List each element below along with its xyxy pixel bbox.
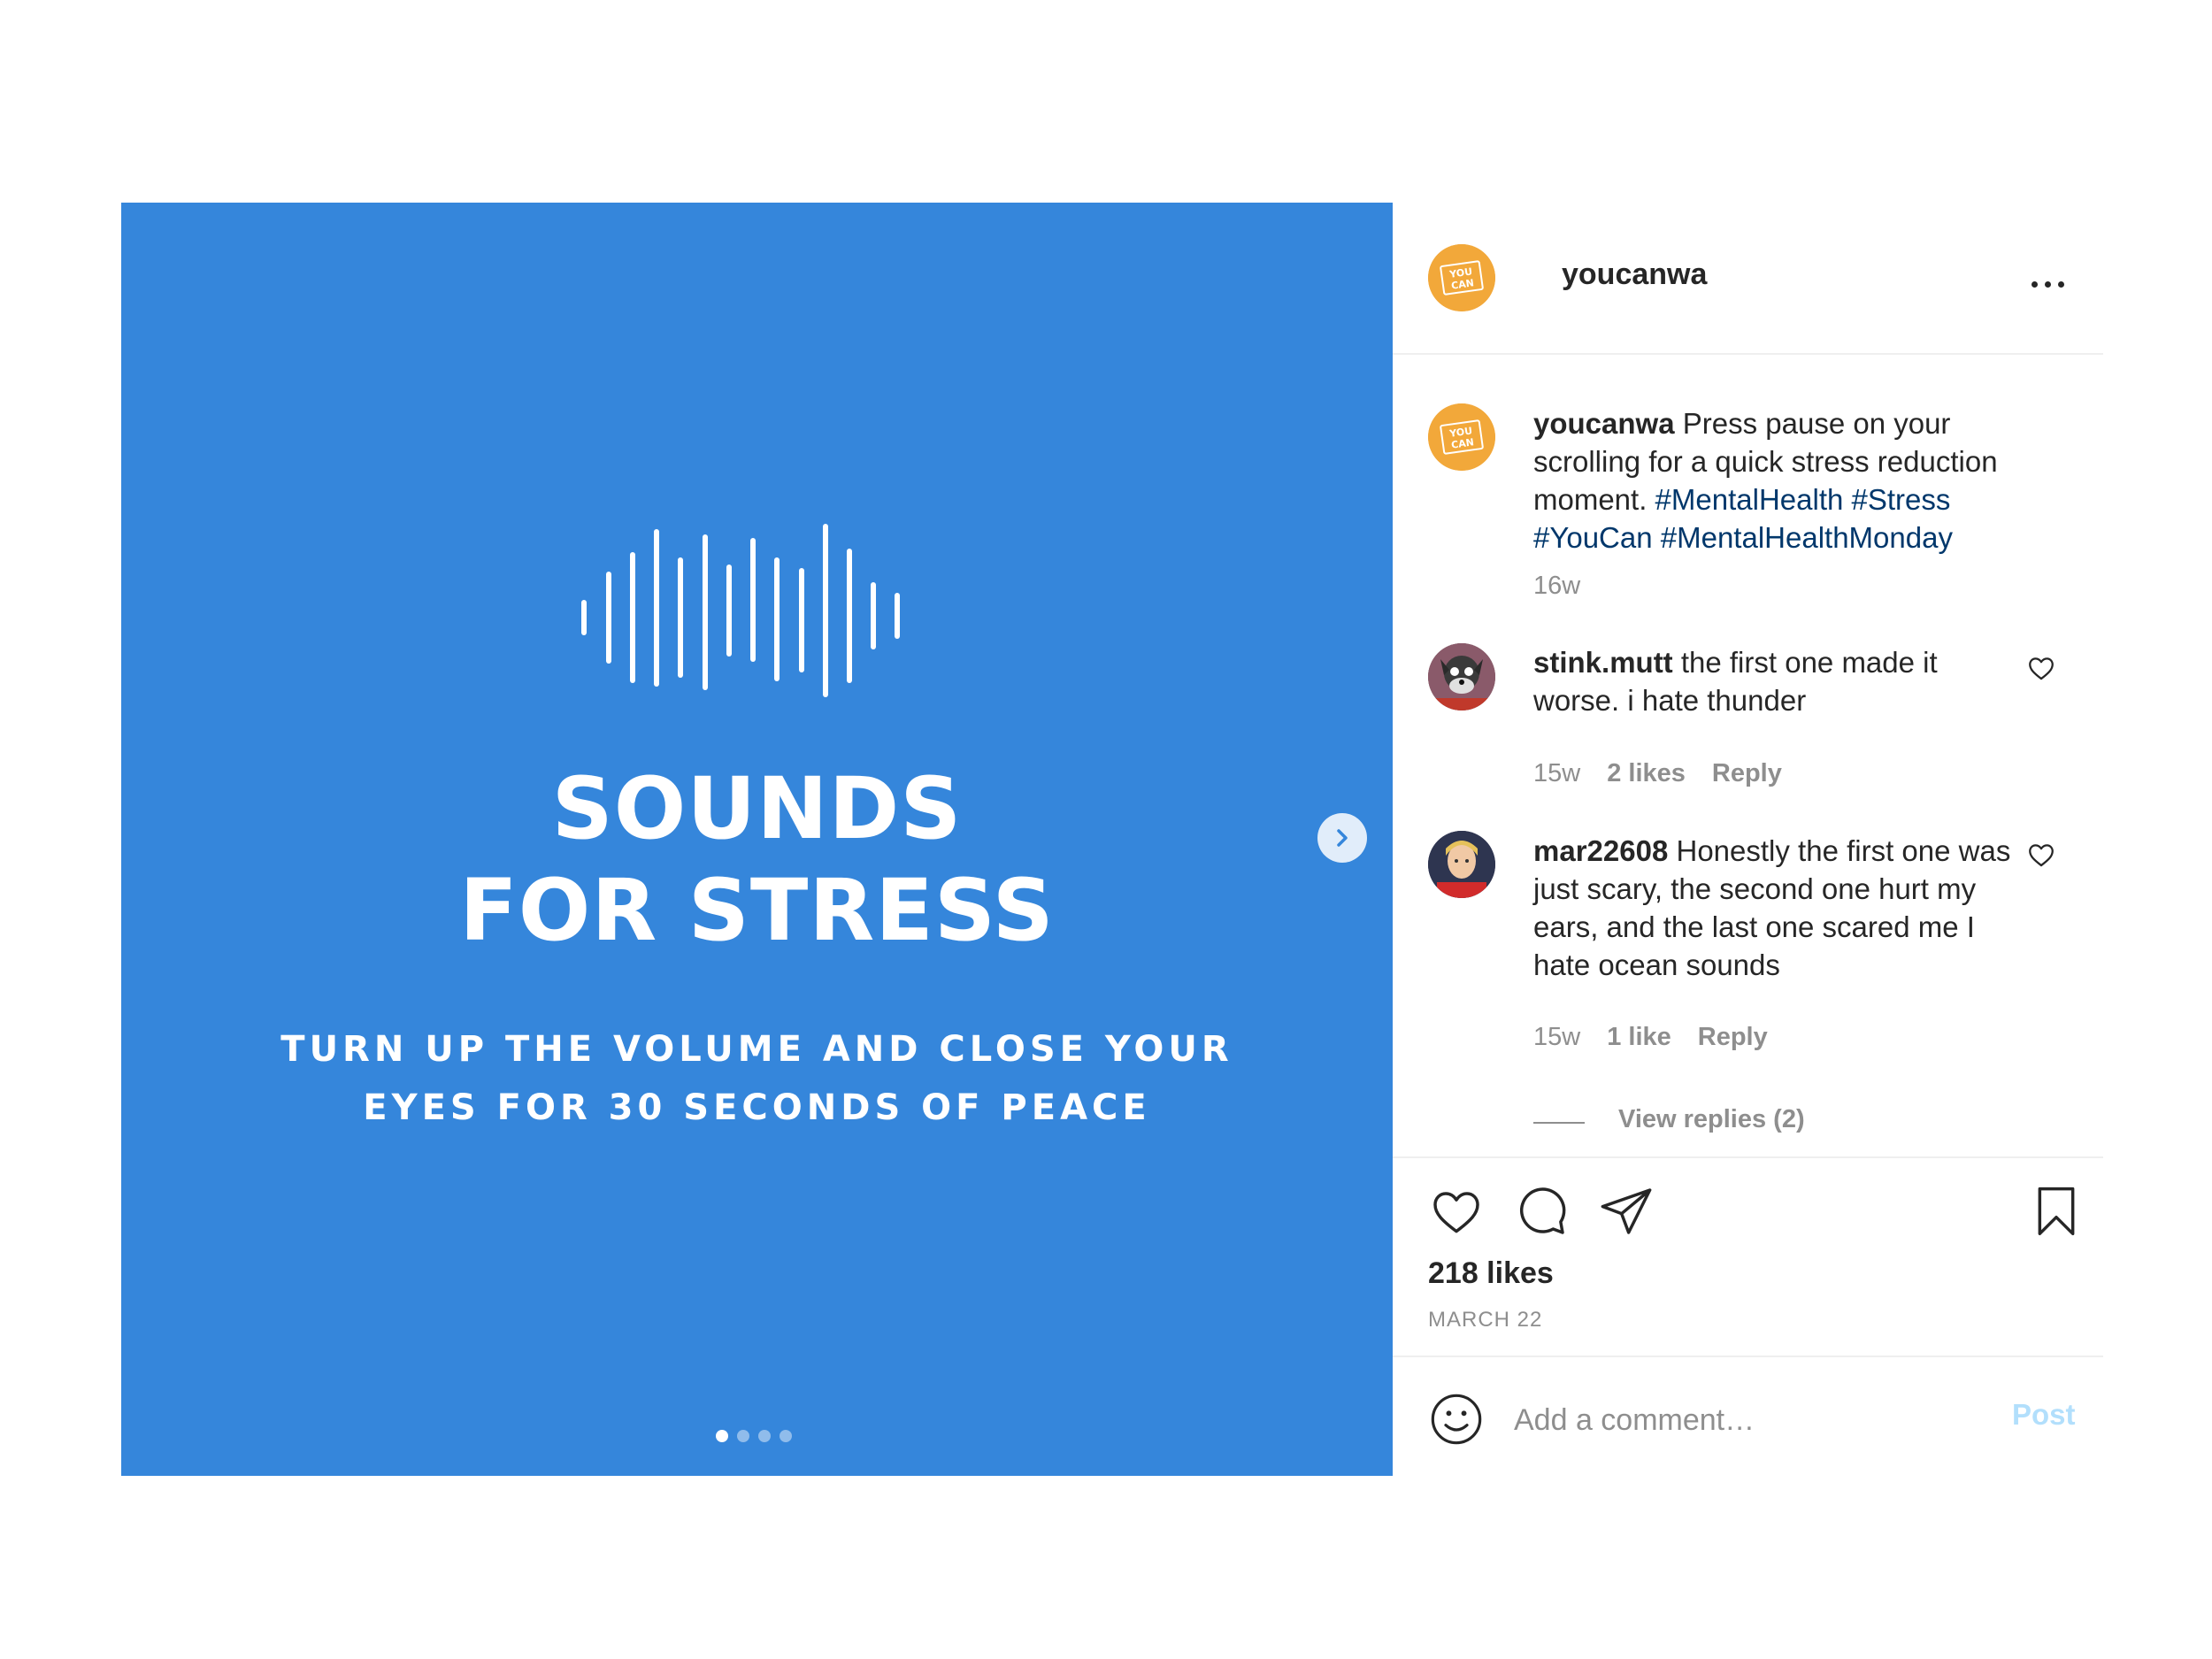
comment-likes[interactable]: 2 likes (1607, 759, 1686, 788)
replies-divider (1533, 1122, 1585, 1124)
user-photo-avatar-icon (1428, 831, 1495, 898)
divider (1393, 1356, 2103, 1357)
likes-count[interactable]: 218 likes (1428, 1256, 1554, 1291)
reply-button[interactable]: Reply (1698, 1023, 1768, 1052)
emoji-icon[interactable] (1428, 1391, 1485, 1448)
caption-time[interactable]: 16w (1533, 572, 1580, 601)
reply-button[interactable]: Reply (1712, 759, 1782, 788)
caption-avatar[interactable]: YOU CAN (1428, 403, 1495, 471)
commenter-avatar[interactable] (1428, 643, 1495, 710)
carousel-dot-1 (716, 1430, 728, 1442)
comment-text: stink.mutt the first one made it worse. … (1533, 643, 2029, 719)
comment-icon[interactable] (1513, 1183, 1570, 1240)
divider (1393, 1156, 2103, 1158)
carousel-dot-3 (758, 1430, 771, 1442)
hashtag-link[interactable]: #Stress (1852, 483, 1951, 516)
post-header: YOU CAN youcanwa (1393, 203, 2103, 355)
post-sidebar: YOU CAN youcanwa YOU CAN youcanwa Press … (1393, 203, 2103, 1476)
header-username[interactable]: youcanwa (1562, 257, 1707, 292)
media-subtitle-line1: TURN UP THE VOLUME AND CLOSE YOUR (280, 1029, 1233, 1070)
comment-meta: 15w 1 like Reply (1533, 1023, 1768, 1052)
comment-meta: 15w 2 likes Reply (1533, 759, 1782, 788)
share-icon[interactable] (1598, 1183, 1655, 1240)
hashtag-link[interactable]: #MentalHealth (1655, 483, 1844, 516)
caption-text: youcanwa Press pause on your scrolling f… (1533, 404, 2029, 557)
comment-text: mar22608 Honestly the first one was just… (1533, 832, 2029, 984)
caption-meta: 16w (1533, 572, 1580, 601)
instagram-post: SOUNDS FOR STRESS TURN UP THE VOLUME AND… (121, 203, 2103, 1476)
post-comment-button[interactable]: Post (2012, 1398, 2076, 1432)
media-title-line1: SOUNDS (551, 759, 963, 858)
carousel-dot-2 (737, 1430, 749, 1442)
bookmark-icon[interactable] (2028, 1183, 2085, 1240)
post-date[interactable]: MARCH 22 (1428, 1308, 1542, 1333)
carousel-dot-4 (780, 1430, 792, 1442)
comment-time[interactable]: 15w (1533, 759, 1580, 788)
youcan-logo-icon: YOU CAN (1428, 244, 1495, 311)
like-heart-icon[interactable] (1428, 1183, 1485, 1240)
hashtag-link[interactable]: #MentalHealthMonday (1661, 521, 1953, 554)
hashtag-link[interactable]: #YouCan (1533, 521, 1653, 554)
youcan-logo-icon: YOU CAN (1428, 403, 1495, 471)
comment-username[interactable]: stink.mutt (1533, 646, 1673, 679)
media-subtitle-line2: EYES FOR 30 SECONDS OF PEACE (363, 1087, 1151, 1128)
carousel-indicator (716, 1430, 792, 1444)
dog-avatar-icon (1428, 643, 1495, 710)
carousel-next-button[interactable] (1317, 813, 1367, 863)
post-media: SOUNDS FOR STRESS TURN UP THE VOLUME AND… (121, 203, 1393, 1476)
add-comment-input[interactable] (1512, 1393, 1976, 1448)
more-options-icon[interactable] (2021, 275, 2074, 293)
caption-username[interactable]: youcanwa (1533, 407, 1675, 440)
comment-time[interactable]: 15w (1533, 1023, 1580, 1052)
heart-icon[interactable] (2026, 653, 2056, 683)
comment-username[interactable]: mar22608 (1533, 834, 1668, 867)
comment-likes[interactable]: 1 like (1607, 1023, 1671, 1052)
comments-list: YOU CAN youcanwa Press pause on your scr… (1393, 355, 2103, 1156)
chevron-right-icon (1337, 829, 1348, 847)
media-title-line2: FOR STRESS (459, 861, 1055, 960)
avatar[interactable]: YOU CAN (1428, 244, 1495, 311)
commenter-avatar[interactable] (1428, 831, 1495, 898)
heart-icon[interactable] (2026, 840, 2056, 870)
view-replies-button[interactable]: View replies (2) (1618, 1105, 1805, 1134)
